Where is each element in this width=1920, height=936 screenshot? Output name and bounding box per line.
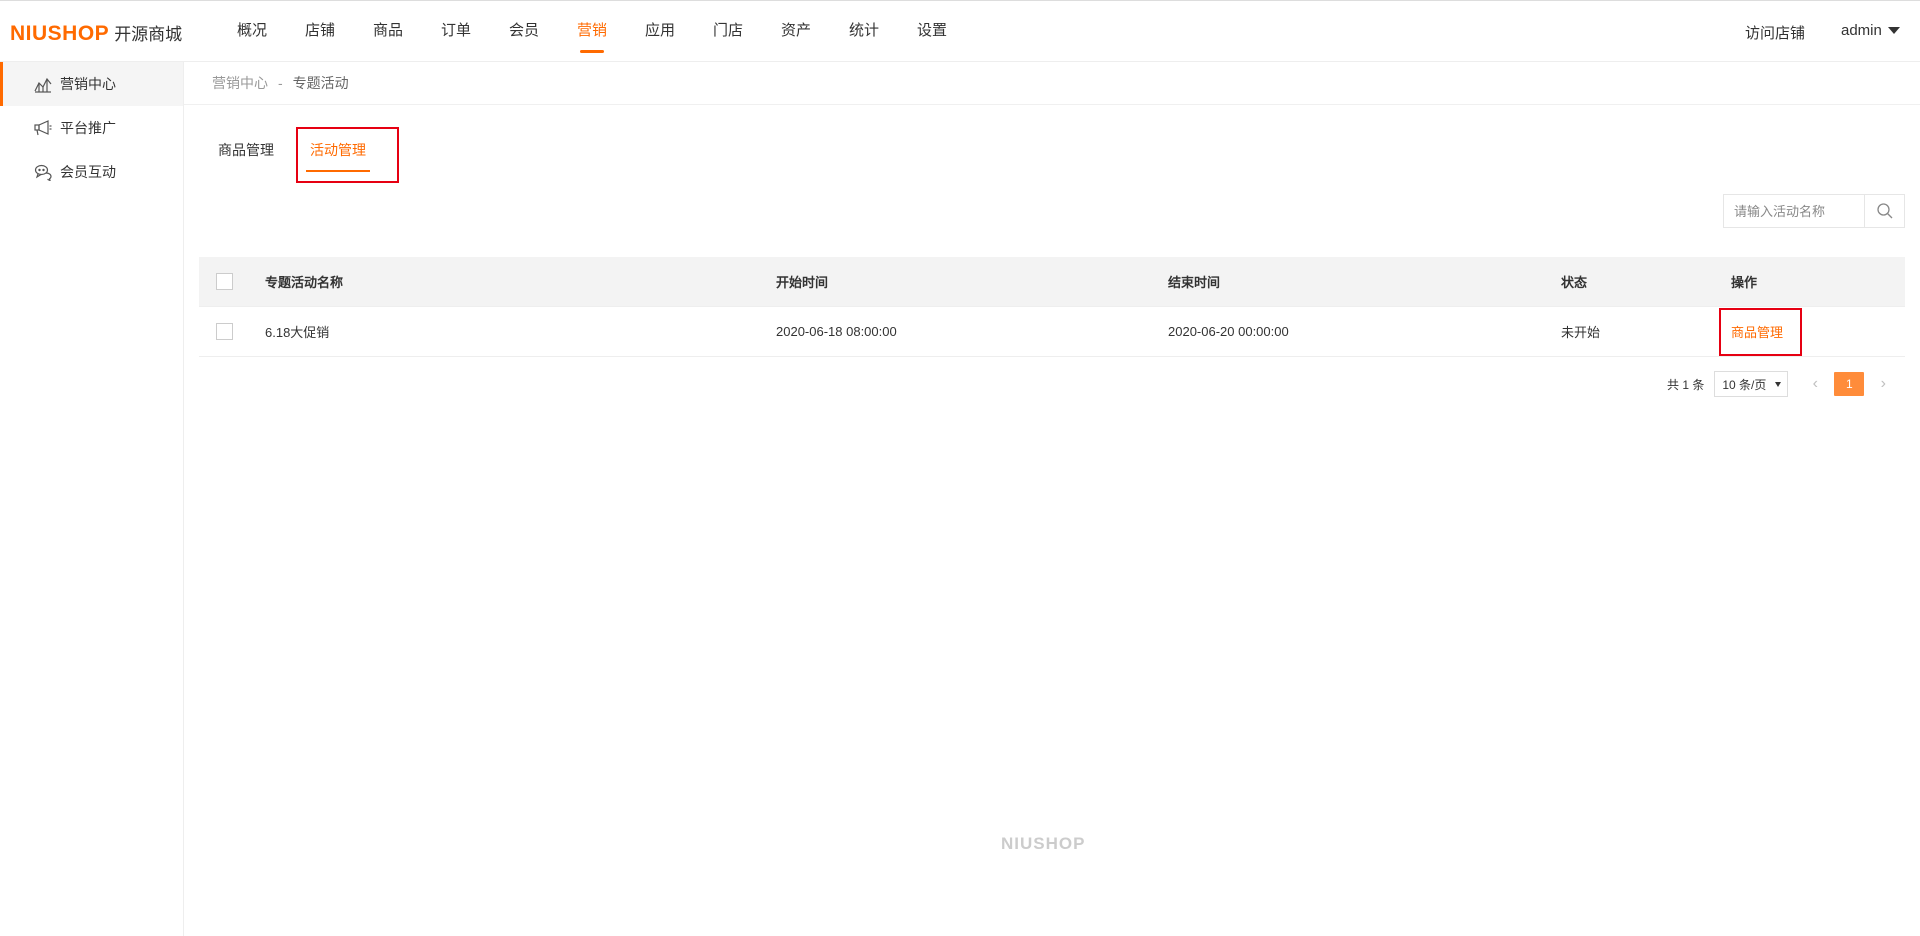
page-number-current[interactable]: 1 <box>1834 372 1865 396</box>
pagination: 共 1 条 10 条/页 ‹ 1 › <box>1667 371 1896 397</box>
page-size-select[interactable]: 10 条/页 <box>1714 371 1789 397</box>
sidebar-item-member-interaction[interactable]: 会员互动 <box>0 150 183 194</box>
nav-apps[interactable]: 应用 <box>626 1 694 63</box>
header-check-cell <box>199 273 265 290</box>
main-nav: 概况 店铺 商品 订单 会员 营销 应用 门店 资产 统计 设置 <box>218 1 966 63</box>
page-size-value: 10 条/页 <box>1722 377 1767 392</box>
megaphone-icon <box>34 120 52 136</box>
header-name: 专题活动名称 <box>265 275 344 290</box>
logo-brand: NIUSHOP <box>10 22 110 45</box>
activity-end-time: 2020-06-20 00:00:00 <box>1168 324 1289 339</box>
tab-goods-management[interactable]: 商品管理 <box>218 130 278 170</box>
row-checkbox[interactable] <box>216 323 233 340</box>
logo[interactable]: NIUSHOP 开源商城 <box>10 20 182 46</box>
sidebar-item-label: 营销中心 <box>60 76 116 92</box>
activity-status: 未开始 <box>1561 325 1601 340</box>
chart-icon <box>34 77 52 93</box>
breadcrumb-current: 专题活动 <box>292 75 349 91</box>
search-box <box>1723 194 1905 228</box>
sidebar-item-platform-promo[interactable]: 平台推广 <box>0 106 183 150</box>
table-header-row: 专题活动名称 开始时间 结束时间 状态 操作 <box>199 257 1905 307</box>
table-row: 6.18大促销 2020-06-18 08:00:00 2020-06-20 0… <box>199 307 1905 357</box>
nav-stores[interactable]: 门店 <box>694 1 762 63</box>
nav-stats[interactable]: 统计 <box>830 1 898 63</box>
chevron-right-icon: › <box>1880 375 1886 392</box>
row-check-cell <box>199 323 265 340</box>
goods-management-link[interactable]: 商品管理 <box>1731 325 1783 340</box>
footer-logo: NIUSHOP <box>1001 834 1086 853</box>
breadcrumb-parent[interactable]: 营销中心 <box>212 73 268 93</box>
search-button[interactable] <box>1864 195 1904 227</box>
header-start-time: 开始时间 <box>776 275 829 290</box>
user-name: admin <box>1841 22 1882 39</box>
activity-name: 6.18大促销 <box>265 325 330 340</box>
sidebar-item-label: 平台推广 <box>60 120 116 136</box>
activity-start-time: 2020-06-18 08:00:00 <box>776 324 897 339</box>
nav-settings[interactable]: 设置 <box>898 1 966 63</box>
user-menu[interactable]: admin <box>1841 22 1900 39</box>
operation-cell: 商品管理 <box>1731 322 1905 341</box>
select-all-checkbox[interactable] <box>216 273 233 290</box>
activity-table: 专题活动名称 开始时间 结束时间 状态 操作 6.18大促销 2020-06-1… <box>199 257 1905 357</box>
caret-down-icon <box>1775 382 1782 387</box>
next-page-button[interactable]: › <box>1870 371 1896 397</box>
nav-members[interactable]: 会员 <box>490 1 558 63</box>
header-end-time: 结束时间 <box>1168 275 1221 290</box>
nav-overview[interactable]: 概况 <box>218 1 286 63</box>
nav-orders[interactable]: 订单 <box>422 1 490 63</box>
search-input[interactable] <box>1724 195 1864 227</box>
header-status: 状态 <box>1561 275 1588 290</box>
breadcrumb: 营销中心 - 专题活动 <box>184 62 1920 105</box>
chat-icon <box>34 164 52 181</box>
total-count: 共 1 条 <box>1667 377 1705 392</box>
nav-shop[interactable]: 店铺 <box>286 1 354 63</box>
caret-down-icon <box>1887 27 1900 34</box>
nav-marketing[interactable]: 营销 <box>558 1 626 63</box>
tab-bar: 商品管理 活动管理 <box>218 130 370 172</box>
logo-subtitle: 开源商城 <box>114 25 183 44</box>
tab-activity-management[interactable]: 活动管理 <box>306 130 370 172</box>
sidebar-item-label: 会员互动 <box>60 164 116 180</box>
nav-assets[interactable]: 资产 <box>762 1 830 63</box>
sidebar: 营销中心 平台推广 会员互动 <box>0 62 184 936</box>
sidebar-item-marketing-center[interactable]: 营销中心 <box>0 62 183 106</box>
header-operation: 操作 <box>1731 275 1758 290</box>
chevron-left-icon: ‹ <box>1812 375 1818 392</box>
prev-page-button[interactable]: ‹ <box>1802 371 1828 397</box>
breadcrumb-separator: - <box>278 75 283 91</box>
nav-goods[interactable]: 商品 <box>354 1 422 63</box>
top-header: NIUSHOP 开源商城 概况 店铺 商品 订单 会员 营销 应用 门店 资产 … <box>0 0 1920 62</box>
visit-store-link[interactable]: 访问店铺 <box>1745 22 1805 43</box>
search-icon <box>1876 203 1892 219</box>
